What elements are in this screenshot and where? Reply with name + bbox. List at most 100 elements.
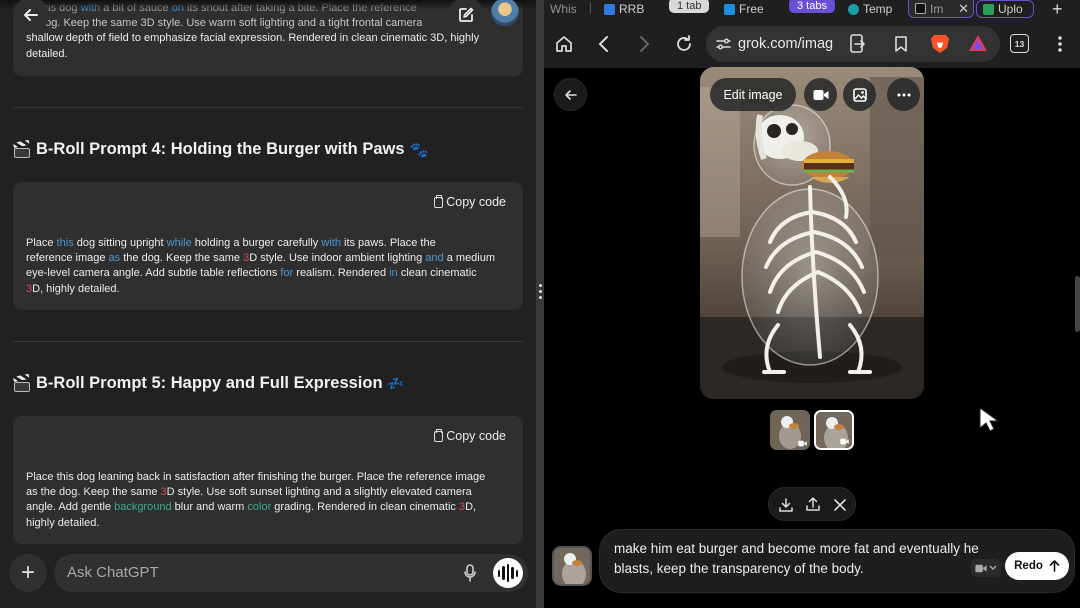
edit-image-button[interactable]: Edit image <box>710 78 796 111</box>
tab-group-label: 3 tabs <box>797 0 827 12</box>
close-tab-icon[interactable]: ✕ <box>958 1 969 17</box>
prompt-reference-image[interactable] <box>552 546 592 586</box>
tab-free[interactable]: Free <box>724 0 774 18</box>
copy-icon <box>434 428 444 442</box>
edit-image-label: Edit image <box>723 87 783 102</box>
prompt4-line-1: Place this dog sitting upright while hol… <box>26 237 436 249</box>
aurora-icon[interactable] <box>968 34 988 52</box>
prompt4-card: Copy code Place this dog sitting upright… <box>13 182 523 310</box>
x-logo-icon[interactable] <box>834 499 846 511</box>
prompt5-heading: B-Roll Prompt 5: Happy and Full Expressi… <box>12 373 404 393</box>
tab-label: Free <box>739 2 764 16</box>
split-view-divider[interactable] <box>536 0 544 608</box>
tab-group-1[interactable]: 1 tab <box>669 0 710 13</box>
redo-button[interactable]: Redo <box>1005 552 1069 580</box>
make-video-button[interactable] <box>804 78 837 111</box>
copy-code-button[interactable]: Copy code <box>434 194 506 209</box>
temp-icon <box>848 3 859 15</box>
image-actions <box>768 487 856 521</box>
upload-site-icon <box>983 3 994 15</box>
section-divider <box>13 107 523 108</box>
tab-group-3[interactable]: 3 tabs <box>789 0 835 13</box>
upload-icon[interactable] <box>806 497 820 511</box>
prompt4-line-4: 3D, highly detailed. <box>26 282 120 295</box>
share-icon[interactable] <box>848 33 866 55</box>
voice-mode-button[interactable] <box>493 558 523 588</box>
tab-label: Whis <box>550 2 577 16</box>
back-arrow-icon <box>24 9 38 21</box>
copy-code-button[interactable]: Copy code <box>434 428 506 443</box>
tab-whis[interactable]: Whis <box>550 0 586 18</box>
tab-rrb[interactable]: RRB <box>604 0 654 18</box>
prompt3-line-2: dog. Keep the same 3D style. Use warm so… <box>39 17 423 30</box>
prompt5-line-1: Place this dog leaning back in satisfact… <box>26 471 486 483</box>
url-text: grok.com/imag <box>738 36 834 52</box>
clapperboard-icon <box>12 139 31 158</box>
image-mode-button[interactable] <box>843 78 876 111</box>
tab-upload[interactable]: Uplo <box>976 0 1034 18</box>
browser-pane: Whis RRB 1 tab Free 3 tabs Temp Im ✕ Upl… <box>544 0 1080 608</box>
prompt5-line-2: as the dog. Keep the same 3D style. Use … <box>26 486 472 499</box>
tab-separator <box>590 2 591 14</box>
scrollbar[interactable] <box>1075 276 1080 332</box>
prompt3-card: this dog with a bit of sauce on its snou… <box>13 0 523 76</box>
back-arrow-icon <box>564 89 577 100</box>
tab-image-active[interactable]: Im ✕ <box>908 0 974 18</box>
copy-code-label: Copy code <box>446 429 506 443</box>
ask-input[interactable]: Ask ChatGPT <box>54 554 528 592</box>
address-bar-row: grok.com/imag 13 <box>544 20 1080 68</box>
prompt3-text: this dog with a bit of sauce on its snou… <box>26 1 509 62</box>
tab-switcher-icon[interactable]: 13 <box>1010 34 1029 53</box>
video-icon <box>798 440 807 447</box>
section-divider <box>13 341 523 342</box>
video-icon <box>840 438 849 445</box>
chevron-down-icon <box>989 565 997 570</box>
reload-icon[interactable] <box>674 34 694 54</box>
ask-placeholder: Ask ChatGPT <box>67 564 159 581</box>
chatgpt-pane: this dog with a bit of sauce on its snou… <box>0 0 536 608</box>
cursor-icon <box>979 407 1000 432</box>
prompt4-line-2: reference image as the dog. Keep the sam… <box>26 252 496 265</box>
microphone-icon[interactable] <box>464 564 476 582</box>
plus-icon: + <box>20 559 35 586</box>
thumbnail-2-selected[interactable] <box>814 410 854 450</box>
more-vertical-icon[interactable] <box>1050 34 1070 54</box>
prompt5-line-4: highly detailed. <box>26 516 100 529</box>
prompt5-text: Place this dog leaning back in satisfact… <box>26 470 509 531</box>
thumbnail-1[interactable] <box>770 410 810 450</box>
attach-button[interactable]: + <box>9 554 47 592</box>
prompt5-heading-text: B-Roll Prompt 5: Happy and Full Expressi… <box>36 374 383 392</box>
more-horizontal-icon <box>897 93 910 96</box>
generated-image[interactable] <box>700 67 924 399</box>
tab-label: Im <box>930 1 944 16</box>
clapperboard-icon <box>12 373 31 392</box>
brave-icon[interactable] <box>930 33 950 55</box>
bookmark-icon[interactable] <box>894 35 908 53</box>
prompt-text[interactable]: make him eat burger and become more fat … <box>614 539 984 579</box>
new-tab-button[interactable]: + <box>1052 0 1072 18</box>
address-bar[interactable]: grok.com/imag <box>706 26 1000 62</box>
prompt4-heading-text: B-Roll Prompt 4: Holding the Burger with… <box>36 140 405 158</box>
prompt-input[interactable]: make him eat burger and become more fat … <box>599 529 1075 593</box>
video-mode-selector[interactable] <box>971 559 1001 577</box>
drag-handle[interactable] <box>538 284 542 302</box>
image-icon <box>852 87 867 102</box>
redo-label: Redo <box>1014 560 1043 572</box>
download-icon[interactable] <box>779 498 793 512</box>
tab-label: Temp <box>863 2 893 16</box>
prompt5-card: Copy code Place this dog leaning back in… <box>13 416 523 544</box>
more-options-button[interactable] <box>887 78 920 111</box>
grok-back-button[interactable] <box>554 78 587 111</box>
tab-temp[interactable]: Temp <box>848 0 904 18</box>
sleep-icon: 💤 <box>387 375 404 391</box>
video-icon <box>813 89 828 100</box>
video-icon <box>975 564 987 572</box>
site-settings-icon[interactable] <box>716 37 731 51</box>
chevron-left-icon[interactable] <box>594 34 614 54</box>
home-icon[interactable] <box>554 34 574 54</box>
prompt4-heading: B-Roll Prompt 4: Holding the Burger with… <box>12 139 428 159</box>
free-icon <box>724 3 735 15</box>
prompt3-line-3: shallow depth of field to emphasize faci… <box>26 32 480 45</box>
tab-strip: Whis RRB 1 tab Free 3 tabs Temp Im ✕ Upl… <box>544 0 1080 20</box>
chevron-right-icon[interactable] <box>634 34 654 54</box>
